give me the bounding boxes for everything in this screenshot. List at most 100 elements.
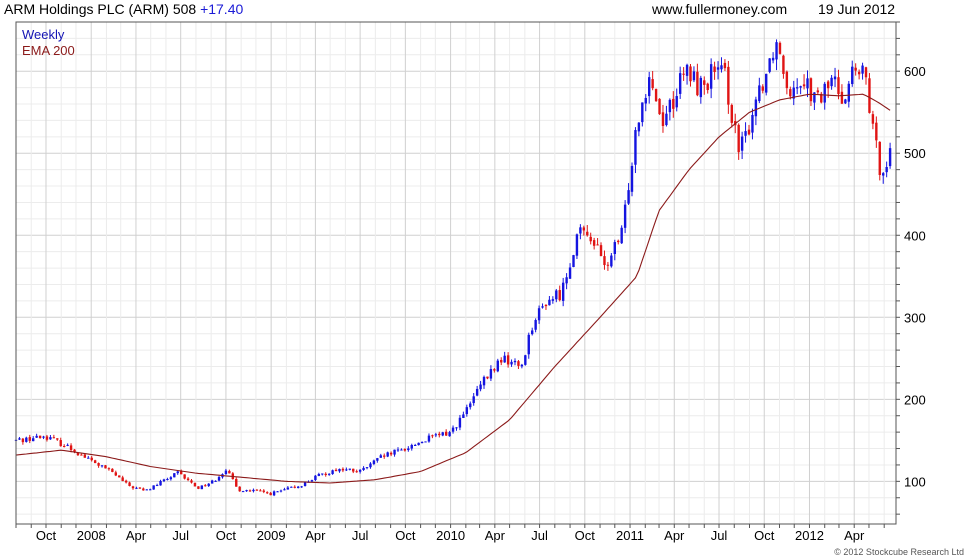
x-tick-label: 2008 [77,528,106,543]
x-tick-label: Oct [395,528,416,543]
candle-body [90,457,93,461]
candle-body [599,245,603,257]
candle-body [651,79,654,89]
x-tick-label: 2009 [257,528,286,543]
candle-body [758,85,761,102]
candle-body [857,71,861,75]
candle-body [634,130,637,165]
candle-body [586,231,589,236]
ema-200-line [15,93,891,484]
candle-body [875,122,878,141]
candle-body [785,71,789,89]
candle-body [376,458,379,461]
candle-body [62,445,66,447]
candle-body [871,114,875,124]
candle-body [283,489,286,491]
candle-body [868,78,871,113]
candle-body [310,480,314,482]
candle-body [200,485,204,490]
candle-body [341,468,345,471]
candle-body [186,478,190,480]
candle-body [596,244,599,246]
candle-body [35,435,38,438]
candle-body [713,66,716,73]
candle-body [496,360,499,372]
candle-body [720,65,723,70]
candle-body [730,105,733,123]
candle-body [176,471,179,474]
candle-body [59,440,62,447]
grid [15,21,896,524]
candle-body [155,485,159,487]
candle-body [204,485,207,487]
candle-body [479,384,482,390]
candle-body [699,77,703,98]
candle-body [338,468,341,472]
candle-body [345,469,348,471]
candle-body [727,66,730,105]
candle-body [259,490,262,492]
candle-body [441,432,444,436]
candle-body [544,304,548,307]
x-tick-label: 2010 [436,528,465,543]
candle-body [537,308,541,321]
candle-body [809,78,813,102]
candle-body [740,136,744,151]
candle-body [465,407,469,415]
candle-body [754,99,758,117]
candle-body [400,449,403,451]
candle-body [709,64,713,89]
candle-body [837,77,840,95]
candle-body [761,86,764,91]
candle-body [771,57,775,61]
candle-body [661,112,665,126]
candle-body [558,290,561,301]
candle-body [317,474,321,476]
candle-body [551,299,555,301]
legend-weekly: Weekly [22,27,65,42]
candle-body [407,448,410,451]
candle-body [627,190,630,204]
candle-body [654,88,658,102]
candle-body [300,486,303,488]
candle-body [678,73,682,94]
candle-body [744,131,747,136]
candle-body [782,55,785,74]
candle-body [66,444,69,446]
candle-body [823,83,826,103]
candle-body [500,359,503,363]
candle-body [293,486,296,488]
candle-body [238,486,241,492]
candle-body [789,89,792,97]
candle-body [475,388,479,396]
candle-body [555,290,558,300]
candle-body [765,73,768,93]
legend-ema-200: EMA 200 [22,43,75,58]
candle-body [149,489,152,491]
candle-body [352,468,355,472]
candle-body [210,480,214,484]
candle-body [864,67,868,78]
candle-body [87,457,90,459]
candle-body [444,431,448,436]
candle-body [386,452,389,457]
candle-body [561,282,565,301]
candle-body [472,396,475,404]
x-tick-label: Apr [664,528,685,543]
candle-body [582,227,586,231]
candle-body [107,468,111,470]
candle-body [197,486,200,489]
candle-body [806,78,809,89]
candle-body [272,491,276,496]
candle-body [379,455,382,458]
candle-body [173,473,176,478]
candle-body [723,62,727,69]
candle-body [235,478,238,487]
candle-body [434,434,438,436]
candle-body [882,173,885,176]
candle-body [321,473,324,475]
candle-body [517,361,520,366]
candle-body [369,463,372,468]
x-tick-label: Apr [485,528,506,543]
candle-body [69,445,73,450]
